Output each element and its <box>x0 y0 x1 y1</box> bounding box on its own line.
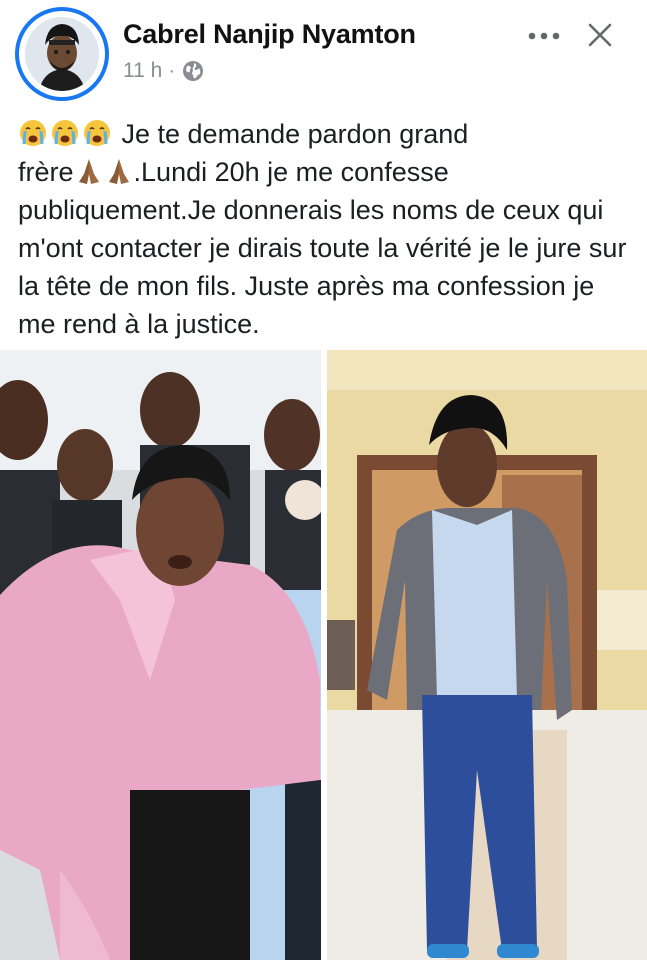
author-avatar[interactable] <box>15 7 109 101</box>
crying-face-emoji <box>18 118 48 148</box>
meta-separator: · <box>168 59 175 82</box>
post-time[interactable]: 11 h <box>123 59 162 83</box>
facebook-post: Cabrel Nanjip Nyamton 11 h · Je te deman… <box>0 0 647 960</box>
folded-hands-emoji <box>74 156 104 186</box>
post-text-body: publiquement.Je donnerais les noms de ce… <box>18 195 627 339</box>
crying-face-emoji <box>50 118 80 148</box>
post-text-line-2a: frère <box>18 157 74 187</box>
post-photo-left[interactable] <box>0 350 321 960</box>
post-text-line-1: Je te demande pardon grand <box>114 119 469 149</box>
post-meta: 11 h · <box>123 58 204 84</box>
post-photo-right[interactable] <box>327 350 647 960</box>
post-text-line-2b: .Lundi 20h je me confesse <box>133 157 449 187</box>
post-text: Je te demande pardon grand frère .Lundi 2… <box>18 115 633 343</box>
post-header: Cabrel Nanjip Nyamton 11 h · <box>0 0 647 105</box>
more-horizontal-icon[interactable] <box>526 24 564 48</box>
close-icon[interactable] <box>587 22 613 48</box>
globe-icon <box>182 60 204 82</box>
crying-face-emoji <box>82 118 112 148</box>
folded-hands-emoji <box>104 156 134 186</box>
author-name[interactable]: Cabrel Nanjip Nyamton <box>123 19 416 50</box>
avatar-image <box>25 17 99 91</box>
